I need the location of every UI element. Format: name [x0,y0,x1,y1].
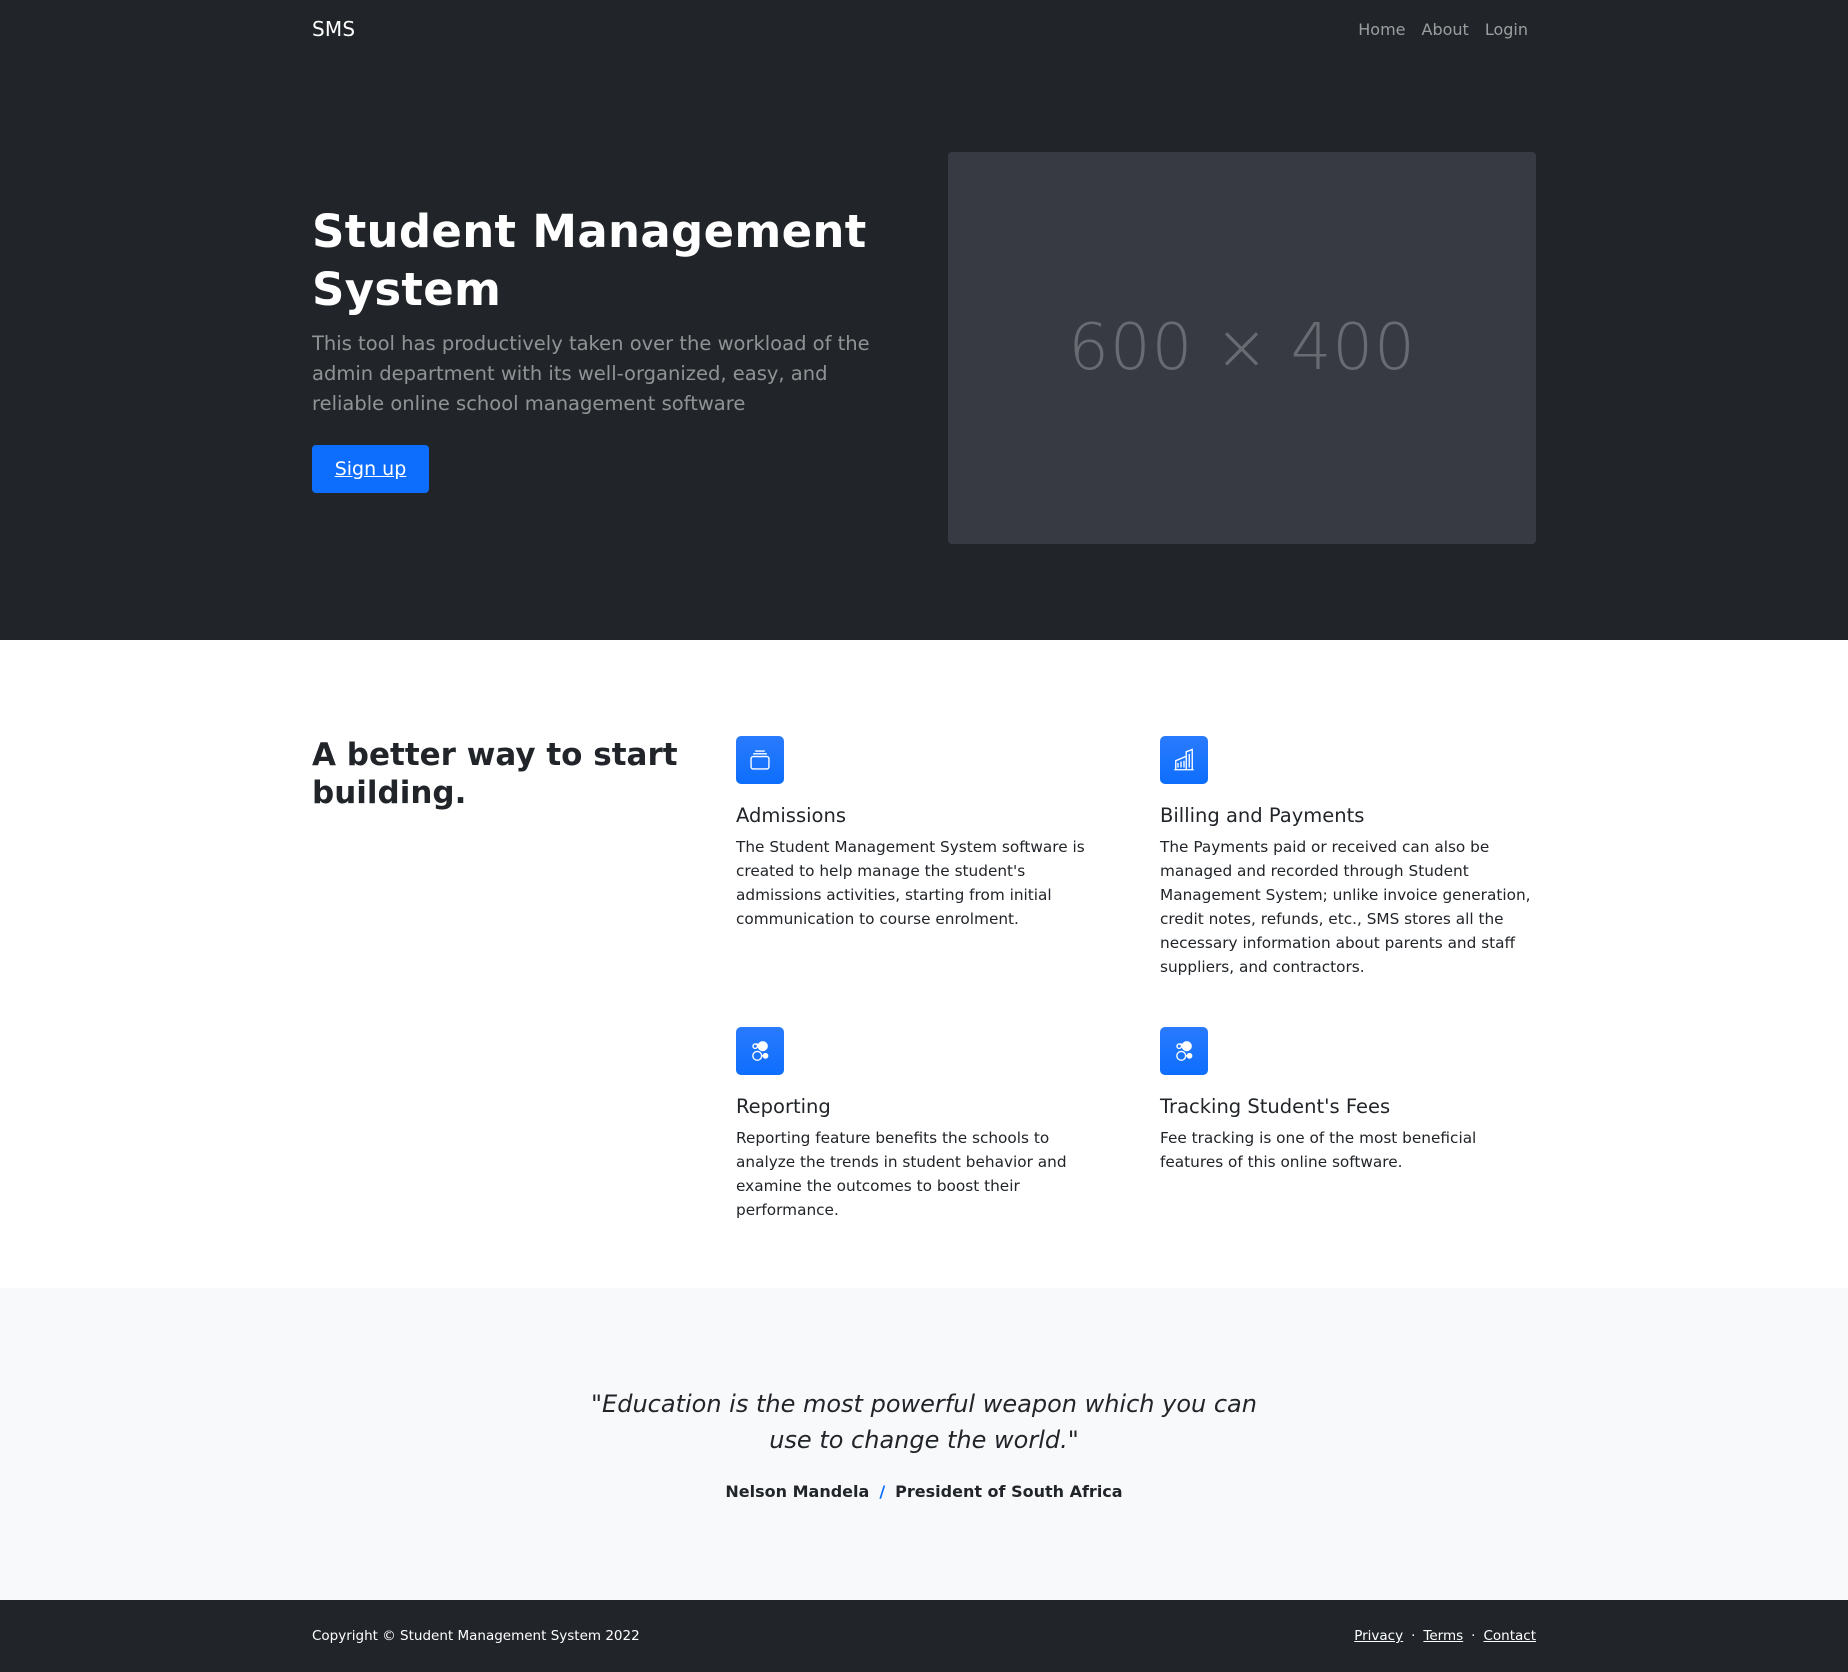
footer-link-contact[interactable]: Contact [1483,1628,1536,1644]
hero-lead: This tool has productively taken over th… [312,332,870,415]
footer-link-privacy[interactable]: Privacy [1354,1628,1403,1644]
feature-admissions: Admissions The Student Management System… [736,736,1112,979]
nav-links: Home About Login [1358,20,1528,39]
feature-title: Admissions [736,804,846,827]
toggles-icon [1160,1027,1208,1075]
hero-section: SMS Home About Login Student Management … [0,0,1848,640]
hero-content: Student Management System This tool has … [312,152,1536,544]
brand-logo[interactable]: SMS [312,17,355,41]
feature-billing: Billing and Payments The Payments paid o… [1160,736,1536,979]
hero-image-placeholder: 600 × 400 [948,152,1536,544]
testimonial-role: President of South Africa [895,1482,1123,1501]
testimonial-attribution: Nelson Mandela / President of South Afri… [725,1482,1122,1501]
nav-link-about[interactable]: About [1422,20,1469,39]
testimonial-separator: / [879,1482,886,1501]
footer-link-terms[interactable]: Terms [1423,1628,1463,1644]
nav-link-login[interactable]: Login [1485,20,1528,39]
hero-text: Student Management System This tool has … [312,203,902,493]
testimonial-author: Nelson Mandela [725,1482,870,1501]
testimonial-quote: "Education is the most powerful weapon w… [591,1390,1257,1454]
feature-description: The Payments paid or received can also b… [1160,838,1531,976]
feature-title: Reporting [736,1095,831,1118]
features-heading: A better way to start building. [312,737,678,811]
feature-description: The Student Management System software i… [736,838,1085,928]
hero-title: Student Management System [312,205,867,316]
navbar: SMS Home About Login [312,0,1536,58]
footer-separator: · [1411,1628,1416,1644]
footer: Copyright © Student Management System 20… [0,1600,1848,1672]
nav-link-home[interactable]: Home [1358,20,1405,39]
placeholder-dimensions-label: 600 × 400 [1068,311,1416,385]
feature-description: Fee tracking is one of the most benefici… [1160,1129,1477,1171]
footer-links: Privacy · Terms · Contact [1354,1628,1536,1644]
feature-title: Billing and Payments [1160,804,1365,827]
features-section: A better way to start building. Admissio… [0,640,1848,1288]
feature-fee-tracking: Tracking Student's Fees Fee tracking is … [1160,1027,1536,1222]
feature-description: Reporting feature benefits the schools t… [736,1129,1067,1219]
testimonial-section: "Education is the most powerful weapon w… [0,1288,1848,1600]
copyright-text: Copyright © Student Management System 20… [312,1628,640,1644]
feature-title: Tracking Student's Fees [1160,1095,1391,1118]
building-icon [1160,736,1208,784]
features-grid: Admissions The Student Management System… [736,736,1536,1222]
collection-icon [736,736,784,784]
feature-reporting: Reporting Reporting feature benefits the… [736,1027,1112,1222]
toggles-icon [736,1027,784,1075]
signup-button[interactable]: Sign up [312,445,429,493]
footer-separator: · [1471,1628,1476,1644]
